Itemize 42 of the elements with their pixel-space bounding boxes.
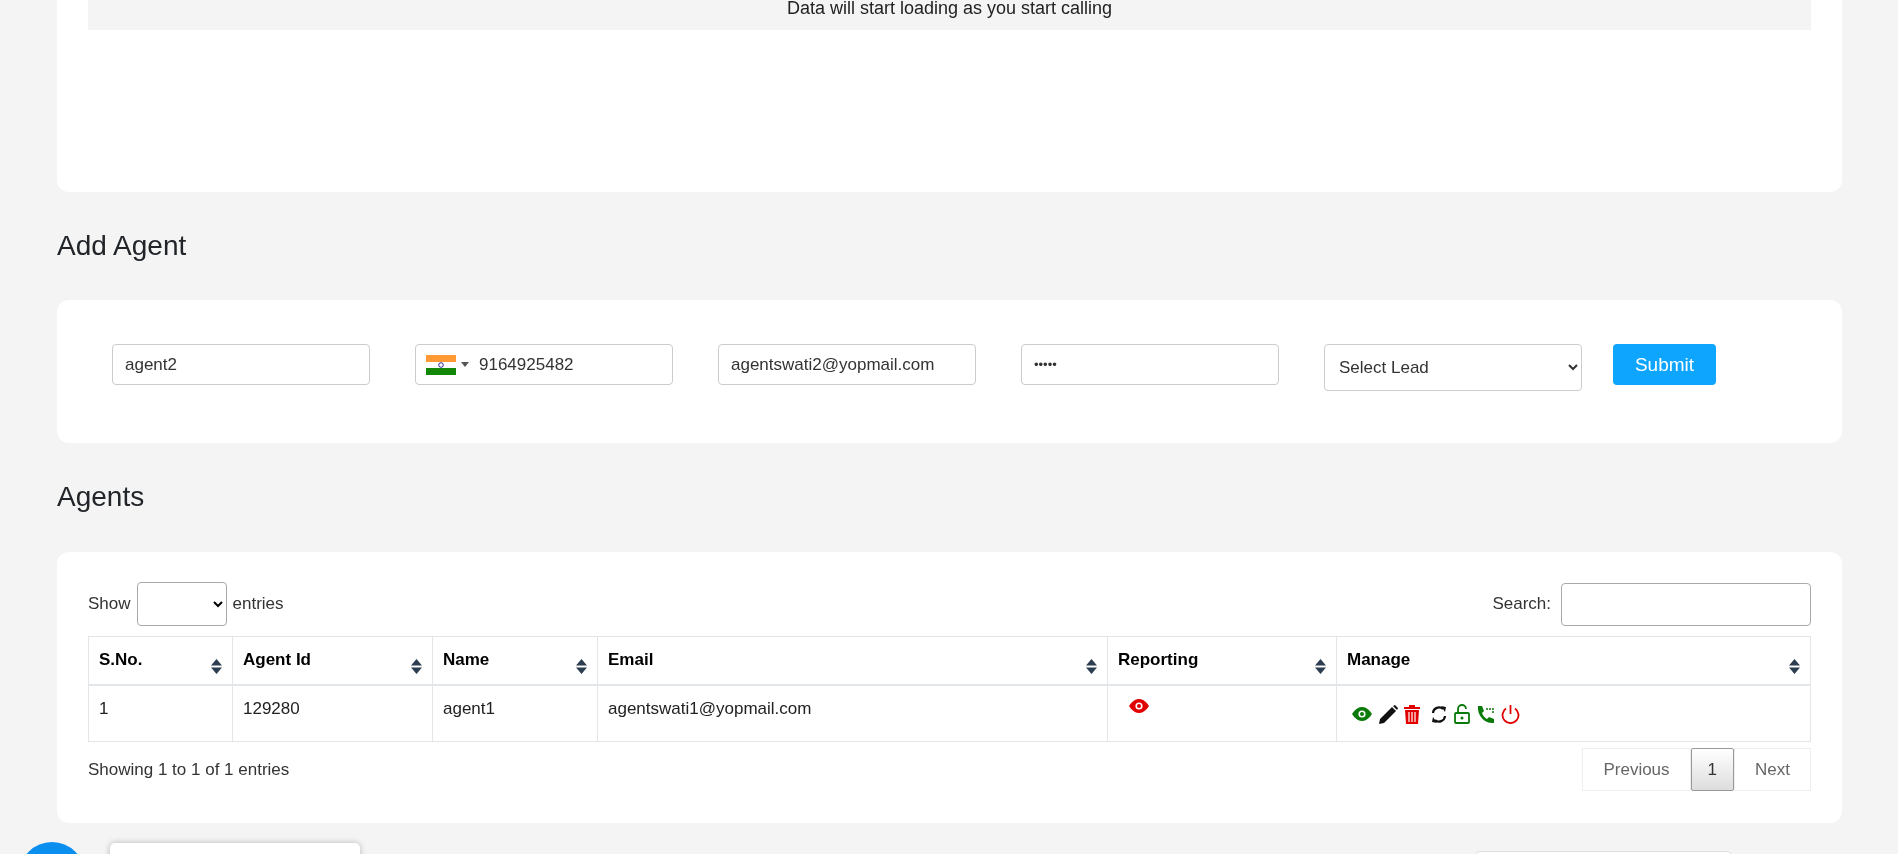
name-input-field[interactable]: agent2 <box>112 344 370 385</box>
page-number-button[interactable]: 1 <box>1690 748 1735 791</box>
search-label: Search: <box>1492 594 1551 614</box>
eye-icon[interactable] <box>1128 698 1150 713</box>
entries-info-text: Showing 1 to 1 of 1 entries <box>88 759 290 780</box>
eye-icon[interactable] <box>1351 707 1373 721</box>
table-cell: 1 <box>88 684 233 742</box>
table-cell: agentswati1@yopmail.com <box>597 684 1108 742</box>
column-header[interactable]: Manage <box>1336 636 1811 685</box>
lead-select[interactable]: Select Lead <box>1324 344 1582 391</box>
sort-icon[interactable] <box>576 659 587 674</box>
table-cell: agent1 <box>432 684 598 742</box>
pencil-icon[interactable] <box>1379 704 1398 724</box>
column-header[interactable]: Reporting <box>1107 636 1337 685</box>
empty-table-message: Data will start loading as you start calling <box>88 0 1811 30</box>
power-icon[interactable] <box>1501 704 1520 724</box>
unlocked-padlock-icon[interactable] <box>1454 704 1470 724</box>
table-cell: 129280 <box>232 684 433 742</box>
search-field[interactable] <box>1561 582 1811 626</box>
sort-icon[interactable] <box>1086 659 1097 674</box>
column-header[interactable]: Agent Id <box>232 636 433 685</box>
phone-icon[interactable] <box>1476 704 1495 724</box>
column-header[interactable]: Name <box>432 636 598 685</box>
sort-icon[interactable] <box>211 659 222 674</box>
show-label: Show <box>88 594 131 614</box>
column-header[interactable]: S.No. <box>88 636 233 685</box>
password-input-field[interactable]: ••••• <box>1021 344 1279 385</box>
caret-icon[interactable] <box>461 361 469 368</box>
next-page-button[interactable]: Next <box>1734 748 1811 791</box>
phone-input-field[interactable]: 9164925482 <box>415 344 673 385</box>
section-heading: Add Agent <box>57 229 188 263</box>
sort-icon[interactable] <box>411 659 422 674</box>
india-flag-icon[interactable] <box>426 354 456 375</box>
section-heading: Agents <box>57 480 146 514</box>
sort-icon[interactable] <box>1789 659 1800 674</box>
column-header[interactable]: Email <box>597 636 1108 685</box>
email-input-field[interactable]: agentswati2@yopmail.com <box>718 344 976 385</box>
refresh-icon[interactable] <box>1430 704 1448 724</box>
previous-page-button[interactable]: Previous <box>1582 748 1691 791</box>
entries-label: entries <box>232 594 284 614</box>
trash-icon[interactable] <box>1404 704 1420 724</box>
sort-icon[interactable] <box>1315 659 1326 674</box>
